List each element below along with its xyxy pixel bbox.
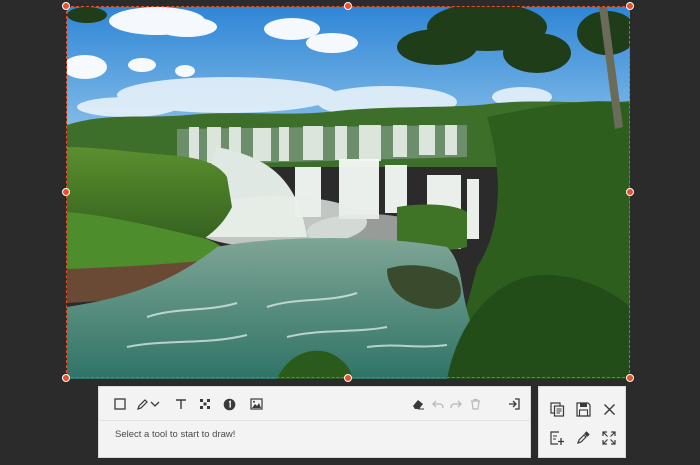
text-icon (176, 399, 186, 409)
color-picker-button[interactable] (573, 428, 593, 448)
save-button[interactable] (573, 399, 593, 419)
expand-icon (602, 431, 616, 445)
close-icon (603, 403, 615, 415)
tool-row (99, 387, 530, 421)
eyedropper-icon (577, 431, 590, 444)
exit-button[interactable] (505, 395, 523, 413)
redo-icon (450, 400, 462, 408)
step-number-tool[interactable] (220, 395, 238, 413)
pen-icon (136, 398, 148, 410)
resize-handle-bottom-right[interactable] (626, 374, 634, 382)
hint-text: Select a tool to start to draw! (115, 429, 236, 440)
copy-button[interactable] (547, 399, 567, 419)
pin-to-screen-button[interactable] (547, 428, 567, 448)
waterfall-landscape-image (67, 7, 630, 379)
rectangle-icon (114, 398, 126, 410)
mosaic-icon (200, 399, 210, 409)
undo-button[interactable] (429, 395, 447, 413)
pen-options-dropdown[interactable] (149, 395, 161, 413)
image-tool[interactable] (247, 395, 265, 413)
image-icon (249, 398, 263, 410)
redo-button[interactable] (447, 395, 465, 413)
rectangle-tool[interactable] (111, 395, 129, 413)
resize-handle-top-left[interactable] (62, 2, 70, 10)
side-action-panel (538, 386, 626, 458)
resize-handle-right[interactable] (626, 188, 634, 196)
captured-image[interactable] (67, 7, 630, 379)
mosaic-tool[interactable] (196, 395, 214, 413)
step-number-icon (223, 398, 235, 410)
copy-icon (549, 401, 564, 417)
chevron-down-icon (150, 401, 160, 407)
drawing-toolbar: Select a tool to start to draw! (98, 386, 531, 458)
pin-image-icon (549, 430, 564, 445)
resize-handle-top-right[interactable] (626, 2, 634, 10)
fullscreen-button[interactable] (599, 428, 619, 448)
eraser-icon (412, 400, 424, 410)
resize-handle-bottom[interactable] (344, 374, 352, 382)
exit-icon (508, 398, 520, 410)
delete-button[interactable] (466, 395, 484, 413)
resize-handle-left[interactable] (62, 188, 70, 196)
trash-icon (470, 398, 480, 410)
resize-handle-top[interactable] (344, 2, 352, 10)
close-button[interactable] (599, 399, 619, 419)
eraser-button[interactable] (409, 395, 427, 413)
resize-handle-bottom-left[interactable] (62, 374, 70, 382)
text-tool[interactable] (172, 395, 190, 413)
save-icon (575, 401, 591, 417)
undo-icon (432, 400, 444, 408)
